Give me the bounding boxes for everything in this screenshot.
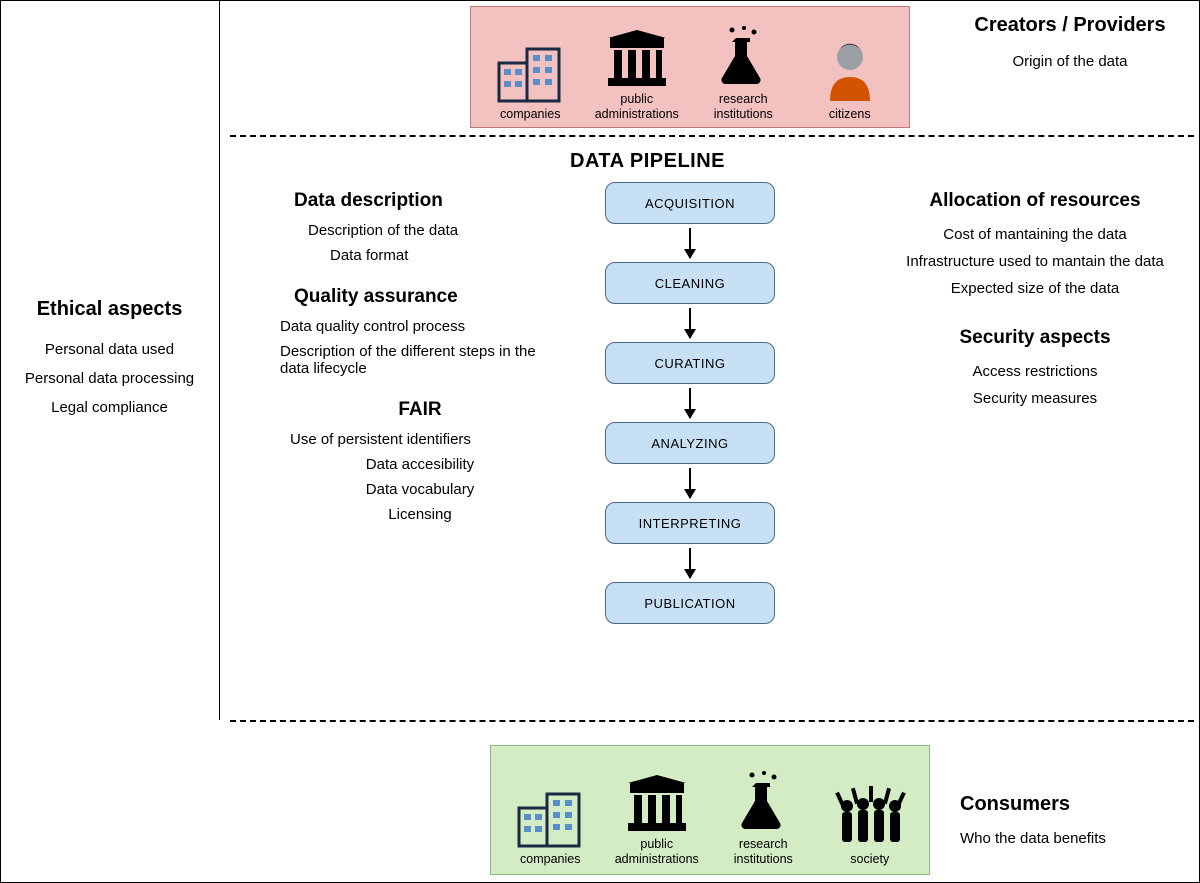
arrow-down-icon xyxy=(689,548,691,578)
citizen-icon xyxy=(822,38,878,103)
actor-label: companies xyxy=(520,852,580,866)
block-title: Data description xyxy=(294,190,560,212)
block-item: Access restrictions xyxy=(900,363,1170,380)
creators-subtitle: Origin of the data xyxy=(940,53,1200,70)
actor-label: public administrations xyxy=(607,837,707,866)
pipeline-title: DATA PIPELINE xyxy=(570,150,725,173)
block-title: FAIR xyxy=(280,399,560,421)
stage-curating: CURATING xyxy=(605,342,775,384)
society-icon xyxy=(833,783,907,848)
actor-society: society xyxy=(820,783,920,866)
ethical-item: Personal data used xyxy=(45,341,174,358)
actor-public-admin: public administrations xyxy=(607,768,707,866)
creators-label: Creators / Providers Origin of the data xyxy=(940,14,1200,70)
actor-companies: companies xyxy=(500,783,600,866)
actor-research: research institutions xyxy=(693,23,793,121)
block-item: Licensing xyxy=(280,506,560,523)
block-item: Data format xyxy=(280,247,560,264)
stage-analyzing: ANALYZING xyxy=(605,422,775,464)
ethical-title: Ethical aspects xyxy=(37,298,183,321)
arrow-down-icon xyxy=(689,468,691,498)
buildings-icon xyxy=(515,783,585,848)
actor-label: research institutions xyxy=(693,92,793,121)
stage-acquisition: ACQUISITION xyxy=(605,182,775,224)
consumers-title: Consumers xyxy=(960,793,1180,816)
arrow-down-icon xyxy=(689,308,691,338)
creators-box: companies public administrations xyxy=(470,6,910,128)
stage-publication: PUBLICATION xyxy=(605,582,775,624)
block-title: Allocation of resources xyxy=(900,190,1170,212)
divider-bottom xyxy=(230,720,1194,722)
creators-title: Creators / Providers xyxy=(940,14,1200,37)
consumers-subtitle: Who the data benefits xyxy=(960,830,1180,847)
actor-label: society xyxy=(850,852,889,866)
flask-icon xyxy=(738,768,788,833)
actor-label: research institutions xyxy=(713,837,813,866)
block-item: Description of the data xyxy=(308,222,560,239)
block-item: Data accesibility xyxy=(280,456,560,473)
mid-right-column: Allocation of resources Cost of mantaini… xyxy=(900,180,1170,417)
stage-interpreting: INTERPRETING xyxy=(605,502,775,544)
top-band: companies public administrations xyxy=(220,0,1200,135)
flask-icon xyxy=(718,23,768,88)
actor-public-admin: public administrations xyxy=(587,23,687,121)
actor-label: citizens xyxy=(829,107,871,121)
block-item: Security measures xyxy=(900,390,1170,407)
divider-top xyxy=(230,135,1194,137)
museum-icon xyxy=(624,768,690,833)
arrow-down-icon xyxy=(689,228,691,258)
consumers-label: Consumers Who the data benefits xyxy=(960,793,1180,847)
block-title: Security aspects xyxy=(900,327,1170,349)
ethical-item: Personal data processing xyxy=(25,370,194,387)
block-title: Quality assurance xyxy=(294,286,560,308)
block-item: Infrastructure used to mantain the data xyxy=(900,253,1170,270)
actor-label: companies xyxy=(500,107,560,121)
actor-research: research institutions xyxy=(713,768,813,866)
arrow-down-icon xyxy=(689,388,691,418)
museum-icon xyxy=(604,23,670,88)
actor-companies: companies xyxy=(480,38,580,121)
ethical-item: Legal compliance xyxy=(51,399,168,416)
block-item: Cost of mantaining the data xyxy=(900,226,1170,243)
mid-left-column: Data description Description of the data… xyxy=(280,180,560,531)
block-item: Data vocabulary xyxy=(280,481,560,498)
pipeline-column: ACQUISITION CLEANING CURATING ANALYZING … xyxy=(600,182,780,624)
block-item: Expected size of the data xyxy=(900,280,1170,297)
block-item: Description of the different steps in th… xyxy=(280,343,560,377)
buildings-icon xyxy=(495,38,565,103)
block-item: Use of persistent identifiers xyxy=(290,431,560,448)
consumers-box: companies public administrations xyxy=(490,745,930,875)
ethical-aspects-panel: Ethical aspects Personal data used Perso… xyxy=(0,0,220,720)
block-item: Data quality control process xyxy=(280,318,560,335)
stage-cleaning: CLEANING xyxy=(605,262,775,304)
actor-citizens: citizens xyxy=(800,38,900,121)
actor-label: public administrations xyxy=(587,92,687,121)
